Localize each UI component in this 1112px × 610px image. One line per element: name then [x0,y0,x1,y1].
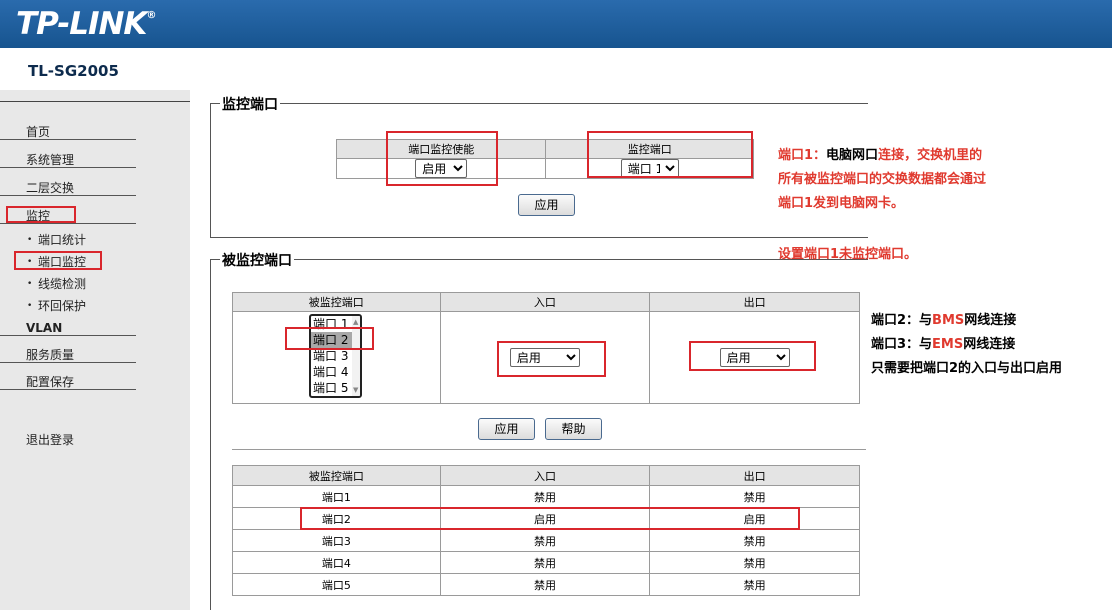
tp-link-logo: TP-LINK® [16,6,156,42]
summary-col-port: 被监控端口 [232,465,441,486]
scroll-down-icon[interactable]: ▼ [353,386,358,394]
sidebar-item-qos[interactable]: 服务质量 [0,341,136,363]
highlight-ingress [497,341,606,377]
col-monitored-port: 被监控端口 [232,292,441,312]
sidebar-item-logout[interactable]: 退出登录 [0,430,136,450]
sidebar-item-layer2[interactable]: 二层交换 [0,174,136,196]
highlight-port-mirror-menu [14,251,102,270]
col-ingress: 入口 [439,292,651,312]
scroll-up-icon[interactable]: ▲ [353,318,358,326]
table-row: 端口3 禁用 禁用 [232,529,860,552]
note-line-1: 端口1：电脑网口连接，交换机里的 [778,148,983,163]
table-row: 端口5 禁用 禁用 [232,573,860,596]
monitor-port-title: 监控端口 [220,94,280,114]
help-button[interactable]: 帮助 [545,418,602,440]
sidebar-item-vlan[interactable]: VLAN [0,314,136,336]
sidebar-item-system[interactable]: 系统管理 [0,146,136,168]
note-line-3: 端口1发到电脑网卡。 [778,196,905,211]
highlight-port2-option [285,327,374,350]
highlight-mirror-enable [386,131,498,186]
monitored-summary-table: 被监控端口 入口 出口 端口1 禁用 禁用 端口2 启用 启用 端口3 禁用 禁用 端口4 禁… [232,465,860,596]
table-row: 端口1 禁用 禁用 [232,485,860,508]
note-line-6: 端口3：与EMS网线连接 [871,337,1016,352]
col-egress: 出口 [649,292,860,312]
sidebar-item-home[interactable]: 首页 [0,118,136,140]
monitored-port-title: 被监控端口 [220,250,294,270]
highlight-port2-row [300,507,800,530]
note-line-2: 所有被监控端口的交换数据都会通过 [778,172,987,187]
top-banner: TP-LINK® [0,0,1112,48]
sidebar-item-port-stats[interactable]: 端口统计 [0,229,136,251]
device-model: TL-SG2005 [28,62,119,80]
table-row: 端口4 禁用 禁用 [232,551,860,574]
note-line-5: 端口2：与BMS网线连接 [871,313,1017,328]
sidebar-item-cable-test[interactable]: 线缆检测 [0,273,136,295]
highlight-mirror-port [587,131,753,178]
highlight-monitor-menu [6,206,76,223]
summary-col-egress: 出口 [649,465,860,486]
note-line-4: 设置端口1未监控端口。 [778,247,918,262]
highlight-egress [689,341,816,371]
note-line-7: 只需要把端口2的入口与出口启用 [871,361,1063,376]
summary-col-ingress: 入口 [439,465,651,486]
apply-button-monitor[interactable]: 应用 [518,194,575,216]
sidebar-item-save-config[interactable]: 配置保存 [0,368,136,390]
apply-button-monitored[interactable]: 应用 [478,418,535,440]
